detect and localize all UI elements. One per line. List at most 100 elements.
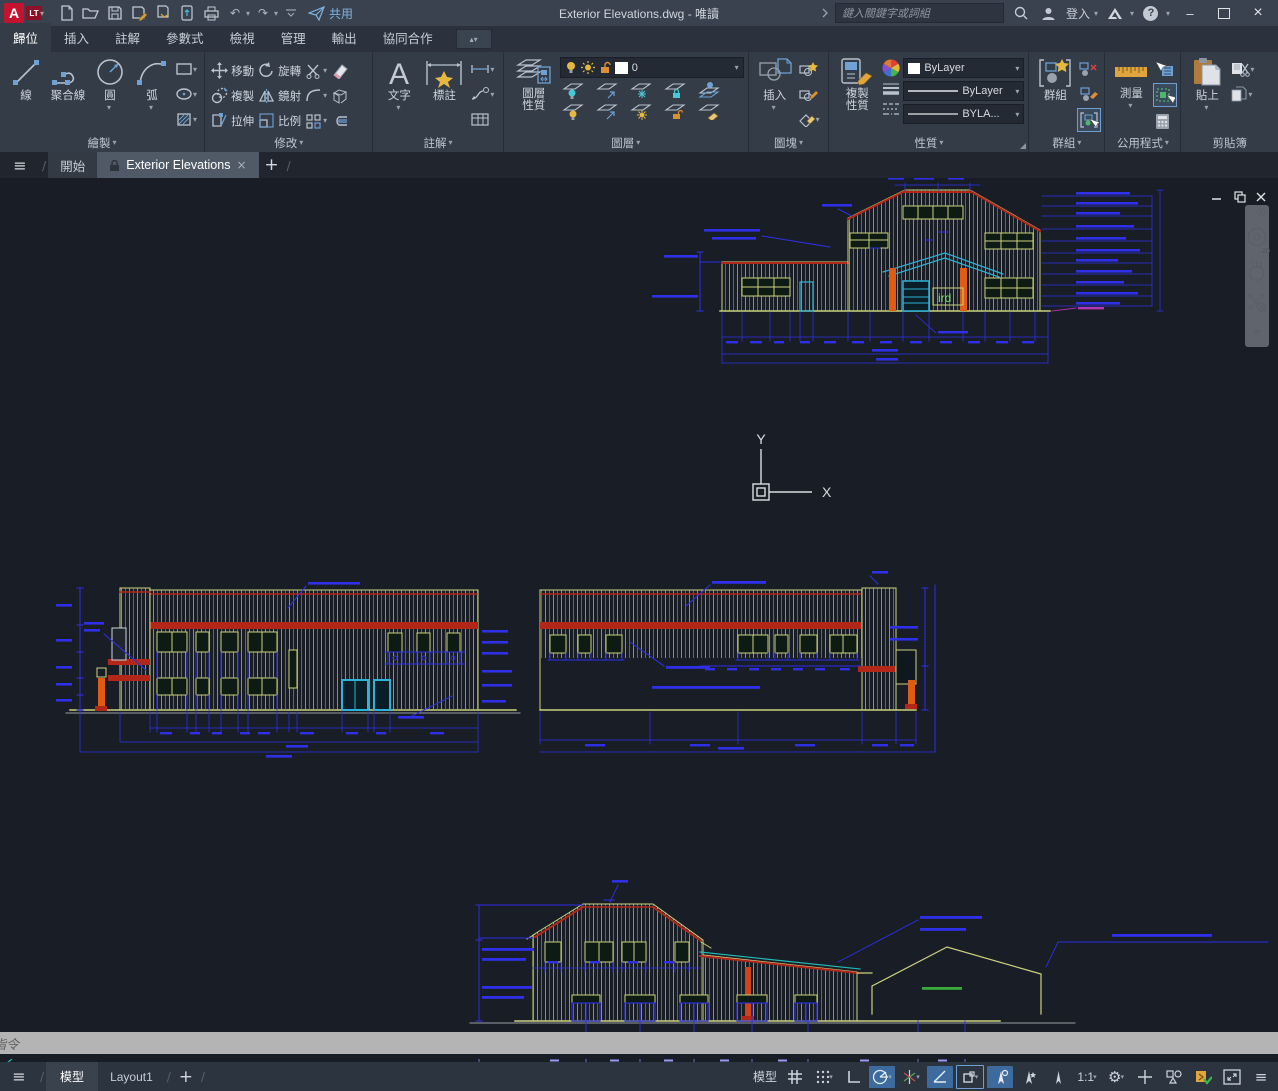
open-file-button[interactable]: [80, 2, 102, 24]
redo-dropdown[interactable]: ▾: [274, 9, 278, 18]
panel-label-draw[interactable]: 繪製▾: [0, 133, 204, 152]
undo-button[interactable]: ↶: [224, 2, 246, 24]
layer-on-off-button[interactable]: [562, 102, 584, 120]
rectangle-button[interactable]: ▾: [174, 58, 198, 80]
layer-match-button[interactable]: [596, 102, 618, 120]
grid-toggle[interactable]: [782, 1066, 808, 1088]
tab-exterior-elevations[interactable]: Exterior Elevations ×: [97, 152, 258, 178]
match-properties-button[interactable]: 複製性質: [835, 56, 879, 113]
plot-button[interactable]: [152, 2, 174, 24]
paste-button[interactable]: 貼上 ▾: [1187, 56, 1227, 113]
annotation-visibility-toggle[interactable]: [987, 1066, 1013, 1088]
drawing-window-controls[interactable]: [1212, 192, 1265, 202]
fullscreen-button[interactable]: [1219, 1066, 1245, 1088]
polyline-button[interactable]: 聚合線: [48, 56, 88, 103]
erase-button[interactable]: [331, 62, 349, 79]
layer-unlock-all-button[interactable]: [664, 102, 686, 120]
layer-select-combo[interactable]: 0 ▾: [560, 57, 744, 78]
mirror-button[interactable]: 鏡射: [258, 87, 301, 104]
ribbon-tab-collaborate[interactable]: 協同合作: [370, 23, 446, 52]
edit-block-button[interactable]: [797, 83, 821, 105]
qat-customize-button[interactable]: [280, 2, 302, 24]
snap-toggle[interactable]: ▾: [811, 1066, 837, 1088]
layout-tab-layout1[interactable]: Layout1: [98, 1070, 165, 1084]
panel-label-properties[interactable]: 性質▾: [829, 133, 1028, 152]
tab-start[interactable]: 開始: [48, 152, 97, 178]
dimension-button[interactable]: 標註: [421, 56, 467, 103]
layout-tab-model[interactable]: 模型: [46, 1062, 98, 1091]
cut-button[interactable]: ▾: [1229, 58, 1255, 80]
fillet-button[interactable]: ▾: [305, 88, 327, 103]
search-icon[interactable]: [1010, 2, 1032, 24]
ungroup-button[interactable]: [1077, 58, 1101, 80]
help-icon[interactable]: ?: [1140, 2, 1162, 24]
save-button[interactable]: [104, 2, 126, 24]
close-button[interactable]: ×: [1244, 2, 1272, 24]
workspace-switching-button[interactable]: ⚙▾: [1103, 1066, 1129, 1088]
insert-block-button[interactable]: 插入 ▾: [755, 56, 795, 113]
copy-button[interactable]: 複製: [211, 87, 254, 104]
expand-arrow-icon[interactable]: [821, 7, 829, 19]
ribbon-tab-manage[interactable]: 管理: [268, 23, 319, 52]
ellipse-button[interactable]: ▾: [174, 83, 198, 105]
panel-label-groups[interactable]: 群組▾: [1029, 133, 1104, 152]
quick-select-button[interactable]: [1153, 58, 1177, 80]
move-button[interactable]: 移動: [211, 62, 254, 79]
scale-button[interactable]: 比例: [258, 112, 301, 129]
file-tabs-menu-button[interactable]: ≡: [0, 152, 40, 178]
signin-dropdown[interactable]: ▾: [1094, 9, 1098, 18]
text-button[interactable]: A 文字 ▾: [379, 56, 419, 113]
layer-properties-button[interactable]: 圖層性質: [510, 56, 558, 113]
sign-in-button[interactable]: 登入: [1066, 5, 1090, 22]
isolate-objects-button[interactable]: [1161, 1066, 1187, 1088]
explode-button[interactable]: [331, 88, 349, 104]
panel-label-layers[interactable]: 圖層▾: [504, 133, 748, 152]
layer-change-button[interactable]: [698, 102, 720, 120]
clean-screen-button[interactable]: [1132, 1066, 1158, 1088]
lineweight-icon[interactable]: [881, 82, 901, 98]
layer-isolate-button[interactable]: [562, 81, 584, 99]
isodraft-toggle[interactable]: ▾: [898, 1066, 924, 1088]
color-wheel-icon[interactable]: [881, 58, 901, 78]
ribbon-tab-output[interactable]: 輸出: [319, 23, 370, 52]
undo-dropdown[interactable]: ▾: [246, 9, 250, 18]
create-block-button[interactable]: [797, 58, 821, 80]
ribbon-tab-annotate[interactable]: 註解: [102, 23, 153, 52]
save-as-button[interactable]: [128, 2, 150, 24]
properties-dialog-launcher[interactable]: [1020, 143, 1026, 149]
status-customize-button[interactable]: ≡: [1248, 1066, 1274, 1088]
polar-tracking-toggle[interactable]: ▾: [869, 1066, 895, 1088]
layer-combo-dropdown[interactable]: ▾: [735, 63, 739, 72]
group-edit-button[interactable]: [1077, 83, 1101, 105]
command-line[interactable]: 指令: [0, 1032, 1278, 1054]
select-similar-button[interactable]: [1153, 83, 1177, 107]
annotation-autoscale-toggle[interactable]: [1016, 1066, 1042, 1088]
block-attributes-button[interactable]: ▾: [797, 108, 821, 130]
annotation-scale-icon-button[interactable]: [1045, 1066, 1071, 1088]
ribbon-tab-insert[interactable]: 插入: [51, 23, 102, 52]
lineweight-combo[interactable]: ByLayer ▾: [903, 81, 1024, 101]
array-button[interactable]: ▾: [305, 113, 327, 129]
group-selection-toggle[interactable]: [1077, 108, 1101, 132]
panel-label-annotation[interactable]: 註解▾: [373, 133, 502, 152]
maximize-button[interactable]: [1210, 2, 1238, 24]
ribbon-tab-view[interactable]: 檢視: [217, 23, 268, 52]
layout-menu-button[interactable]: ≡: [0, 1067, 38, 1086]
mobile-upload-button[interactable]: [176, 2, 198, 24]
line-button[interactable]: 線: [6, 56, 46, 103]
close-tab-icon[interactable]: ×: [236, 158, 246, 172]
stretch-button[interactable]: 拉伸: [211, 112, 254, 129]
linetype-icon[interactable]: [881, 102, 901, 116]
measure-button[interactable]: 測量 ▾: [1111, 56, 1151, 111]
minimize-button[interactable]: –: [1176, 2, 1204, 24]
annotation-scale-value[interactable]: 1:1▾: [1074, 1066, 1100, 1088]
autodesk-dropdown[interactable]: ▾: [1130, 9, 1134, 18]
offset-button[interactable]: [331, 114, 349, 128]
table-button[interactable]: [469, 108, 495, 130]
arc-button[interactable]: 弧 ▾: [132, 56, 172, 113]
hatch-button[interactable]: ▾: [174, 108, 198, 130]
ribbon-tab-home[interactable]: 歸位: [0, 23, 51, 52]
circle-button[interactable]: 圓 ▾: [90, 56, 130, 113]
quick-calculator-button[interactable]: [1153, 110, 1177, 132]
layer-thaw-all-button[interactable]: [630, 102, 652, 120]
